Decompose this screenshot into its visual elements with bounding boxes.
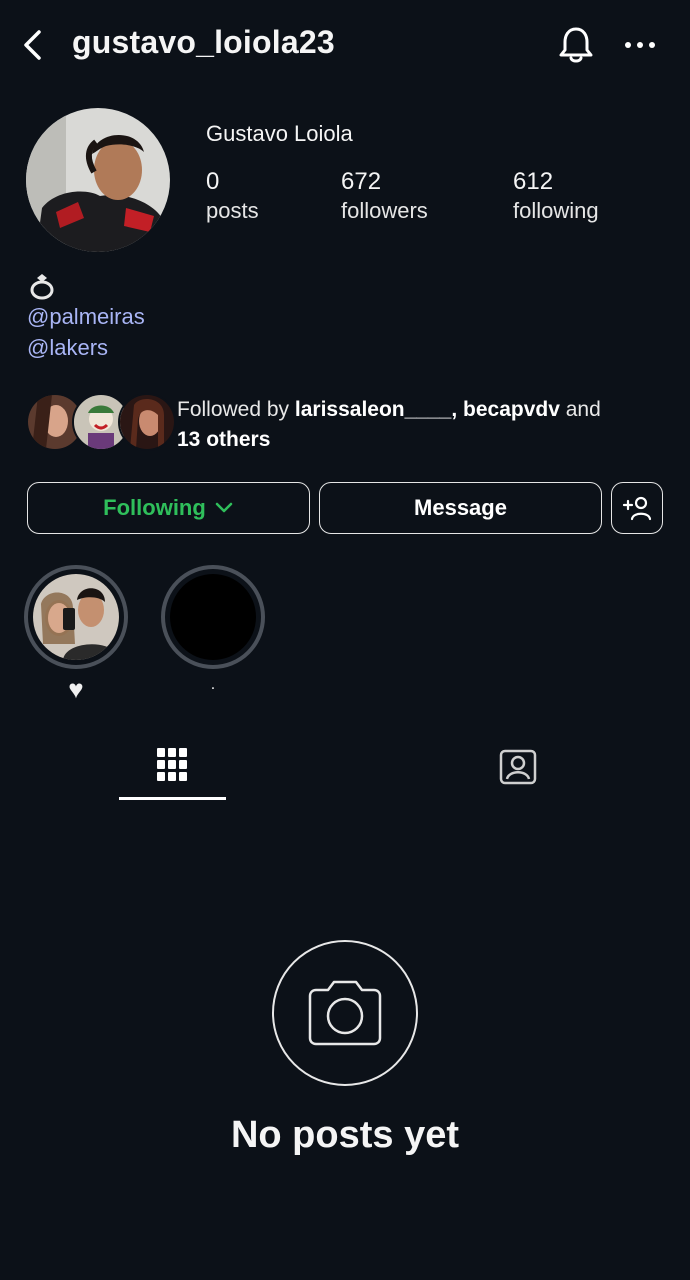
highlight-label: ♥ bbox=[68, 674, 84, 704]
empty-state-title: No posts yet bbox=[230, 1114, 460, 1156]
following-button-label: Following bbox=[103, 495, 206, 520]
highlight-label: . bbox=[210, 676, 216, 693]
suggested-accounts-button[interactable] bbox=[611, 482, 663, 534]
profile-username: gustavo_loiola23 bbox=[72, 24, 335, 60]
tagged-user-icon bbox=[499, 749, 537, 785]
add-user-icon bbox=[622, 496, 652, 521]
posts-label: posts bbox=[206, 198, 259, 223]
followers-count: 672 bbox=[341, 168, 382, 195]
posts-stat: 0 posts bbox=[206, 168, 259, 224]
followers-label: followers bbox=[341, 198, 428, 223]
highlight-cover bbox=[170, 574, 256, 660]
story-highlight[interactable] bbox=[24, 565, 128, 669]
bio-link-palmeiras[interactable]: @palmeiras bbox=[27, 304, 145, 330]
tab-tagged[interactable] bbox=[466, 740, 570, 800]
followed-by-names[interactable]: larissaleon____, becapvdv bbox=[295, 398, 560, 421]
notification-bell-icon[interactable] bbox=[556, 24, 596, 66]
empty-state-camera-circle bbox=[272, 940, 418, 1086]
followed-by-others[interactable]: 13 others bbox=[177, 428, 270, 451]
mutual-avatar bbox=[118, 393, 176, 451]
top-bar: gustavo_loiola23 bbox=[0, 0, 690, 90]
following-label: following bbox=[513, 198, 599, 223]
profile-avatar[interactable] bbox=[26, 108, 170, 252]
followed-by-and: and bbox=[559, 398, 601, 421]
following-stat[interactable]: 612 following bbox=[513, 168, 599, 224]
message-button-label: Message bbox=[414, 495, 507, 520]
ring-icon bbox=[30, 274, 54, 300]
story-highlight[interactable] bbox=[161, 565, 265, 669]
chevron-down-icon bbox=[215, 502, 233, 513]
highlight-cover bbox=[33, 574, 119, 660]
tab-posts-grid[interactable] bbox=[118, 740, 226, 800]
camera-icon bbox=[308, 980, 382, 1046]
mutual-followers-avatars[interactable] bbox=[26, 393, 176, 451]
profile-full-name: Gustavo Loiola bbox=[206, 121, 353, 146]
grid-icon bbox=[157, 748, 187, 781]
bio-link-lakers[interactable]: @lakers bbox=[27, 335, 108, 361]
followed-by-prefix: Followed by bbox=[177, 398, 295, 421]
following-count: 612 bbox=[513, 168, 554, 195]
following-button[interactable]: Following bbox=[27, 482, 310, 534]
posts-count: 0 bbox=[206, 168, 220, 195]
more-options-icon[interactable] bbox=[620, 30, 660, 60]
back-arrow-icon[interactable] bbox=[18, 26, 48, 64]
active-tab-indicator bbox=[119, 797, 226, 800]
followed-by-text[interactable]: Followed by larissaleon____, becapvdv an… bbox=[177, 395, 667, 455]
message-button[interactable]: Message bbox=[319, 482, 602, 534]
followers-stat[interactable]: 672 followers bbox=[341, 168, 428, 224]
